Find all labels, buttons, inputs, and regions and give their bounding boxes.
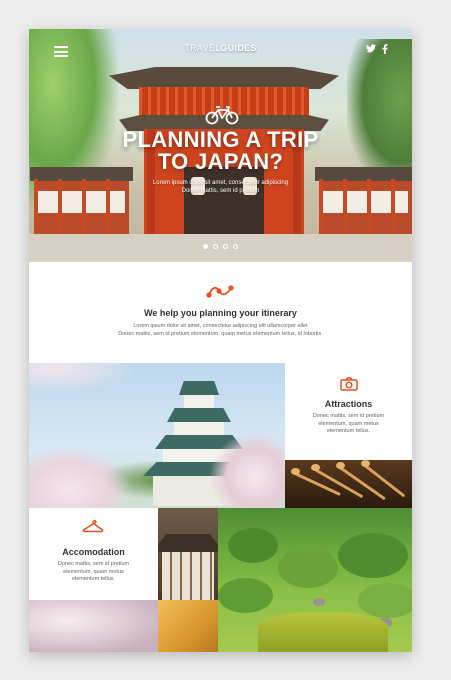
slider-dot-3[interactable]	[223, 244, 228, 249]
slider-dot-1[interactable]	[203, 244, 208, 249]
hero-title: PLANNING A TRIP TO JAPAN?	[29, 129, 412, 173]
route-icon	[206, 285, 234, 298]
castle-photo	[29, 363, 285, 508]
accomodation-text-line3: elementum tellus.	[71, 576, 116, 582]
cherry-blossom-photo	[29, 600, 158, 652]
water-ladles-photo	[285, 460, 412, 508]
brand-logo[interactable]: TRAVELGUIDES	[29, 43, 412, 53]
brand-light-text: TRAVEL	[184, 43, 221, 53]
slider-dot-4[interactable]	[233, 244, 238, 249]
hero-subtitle-line2: Donec mattis, sem id pretium	[181, 188, 260, 194]
page-frame: TRAVELGUIDES PLANNING A TRIP TO JAPAN? L…	[29, 29, 412, 652]
wooden-deck-photo	[158, 600, 218, 652]
temple-photo	[158, 508, 218, 600]
intro-text-line2: Donec mattis, sem id pretium elementum, …	[118, 331, 323, 337]
accomodation-card[interactable]: Accomodation Donec mattis, sem id pretiu…	[29, 508, 158, 600]
intro-title: We help you planning your itinerary	[144, 308, 297, 318]
hero-title-line2: TO JAPAN?	[157, 149, 284, 174]
attractions-text-line1: Donec mattis, sem id pretium	[312, 413, 385, 419]
camera-icon	[340, 377, 358, 391]
slider-dot-2[interactable]	[213, 244, 218, 249]
accomodation-text: Donec mattis, sem id pretium elementum, …	[29, 561, 158, 584]
garden-photo	[218, 508, 412, 652]
accomodation-text-line2: elementum, quam metus	[63, 568, 124, 575]
bicycle-icon	[205, 106, 239, 125]
hero-title-line1: PLANNING A TRIP	[122, 127, 319, 152]
attractions-card[interactable]: Attractions Donec mattis, sem id pretium…	[285, 363, 412, 460]
facebook-icon[interactable]	[382, 44, 388, 56]
slider-dots	[29, 244, 412, 249]
attractions-text-line2: elementum, quam metus	[318, 420, 379, 427]
attractions-title: Attractions	[324, 399, 373, 409]
intro-text-line1: Lorem ipsum dolor sit amet, consectetur …	[133, 323, 308, 329]
accomodation-title: Accomodation	[62, 547, 125, 557]
intro-section: We help you planning your itinerary Lore…	[29, 262, 412, 363]
hanger-icon	[82, 519, 104, 533]
brand-bold-text: GUIDES	[220, 43, 257, 53]
hero-subtitle: Lorem ipsum dolor sit amet, consectetur …	[29, 179, 412, 195]
attractions-text: Donec mattis, sem id pretium elementum, …	[285, 413, 412, 436]
social-links	[366, 44, 388, 56]
twitter-icon[interactable]	[366, 44, 376, 56]
intro-text: Lorem ipsum dolor sit amet, consectetur …	[29, 322, 412, 338]
hero-subtitle-line1: Lorem ipsum dolor sit amet, consectetur …	[152, 180, 289, 186]
attractions-text-line3: elementum tellus.	[326, 428, 371, 434]
accomodation-text-line1: Donec mattis, sem id pretium	[57, 561, 130, 567]
hero-section: TRAVELGUIDES PLANNING A TRIP TO JAPAN? L…	[29, 29, 412, 262]
